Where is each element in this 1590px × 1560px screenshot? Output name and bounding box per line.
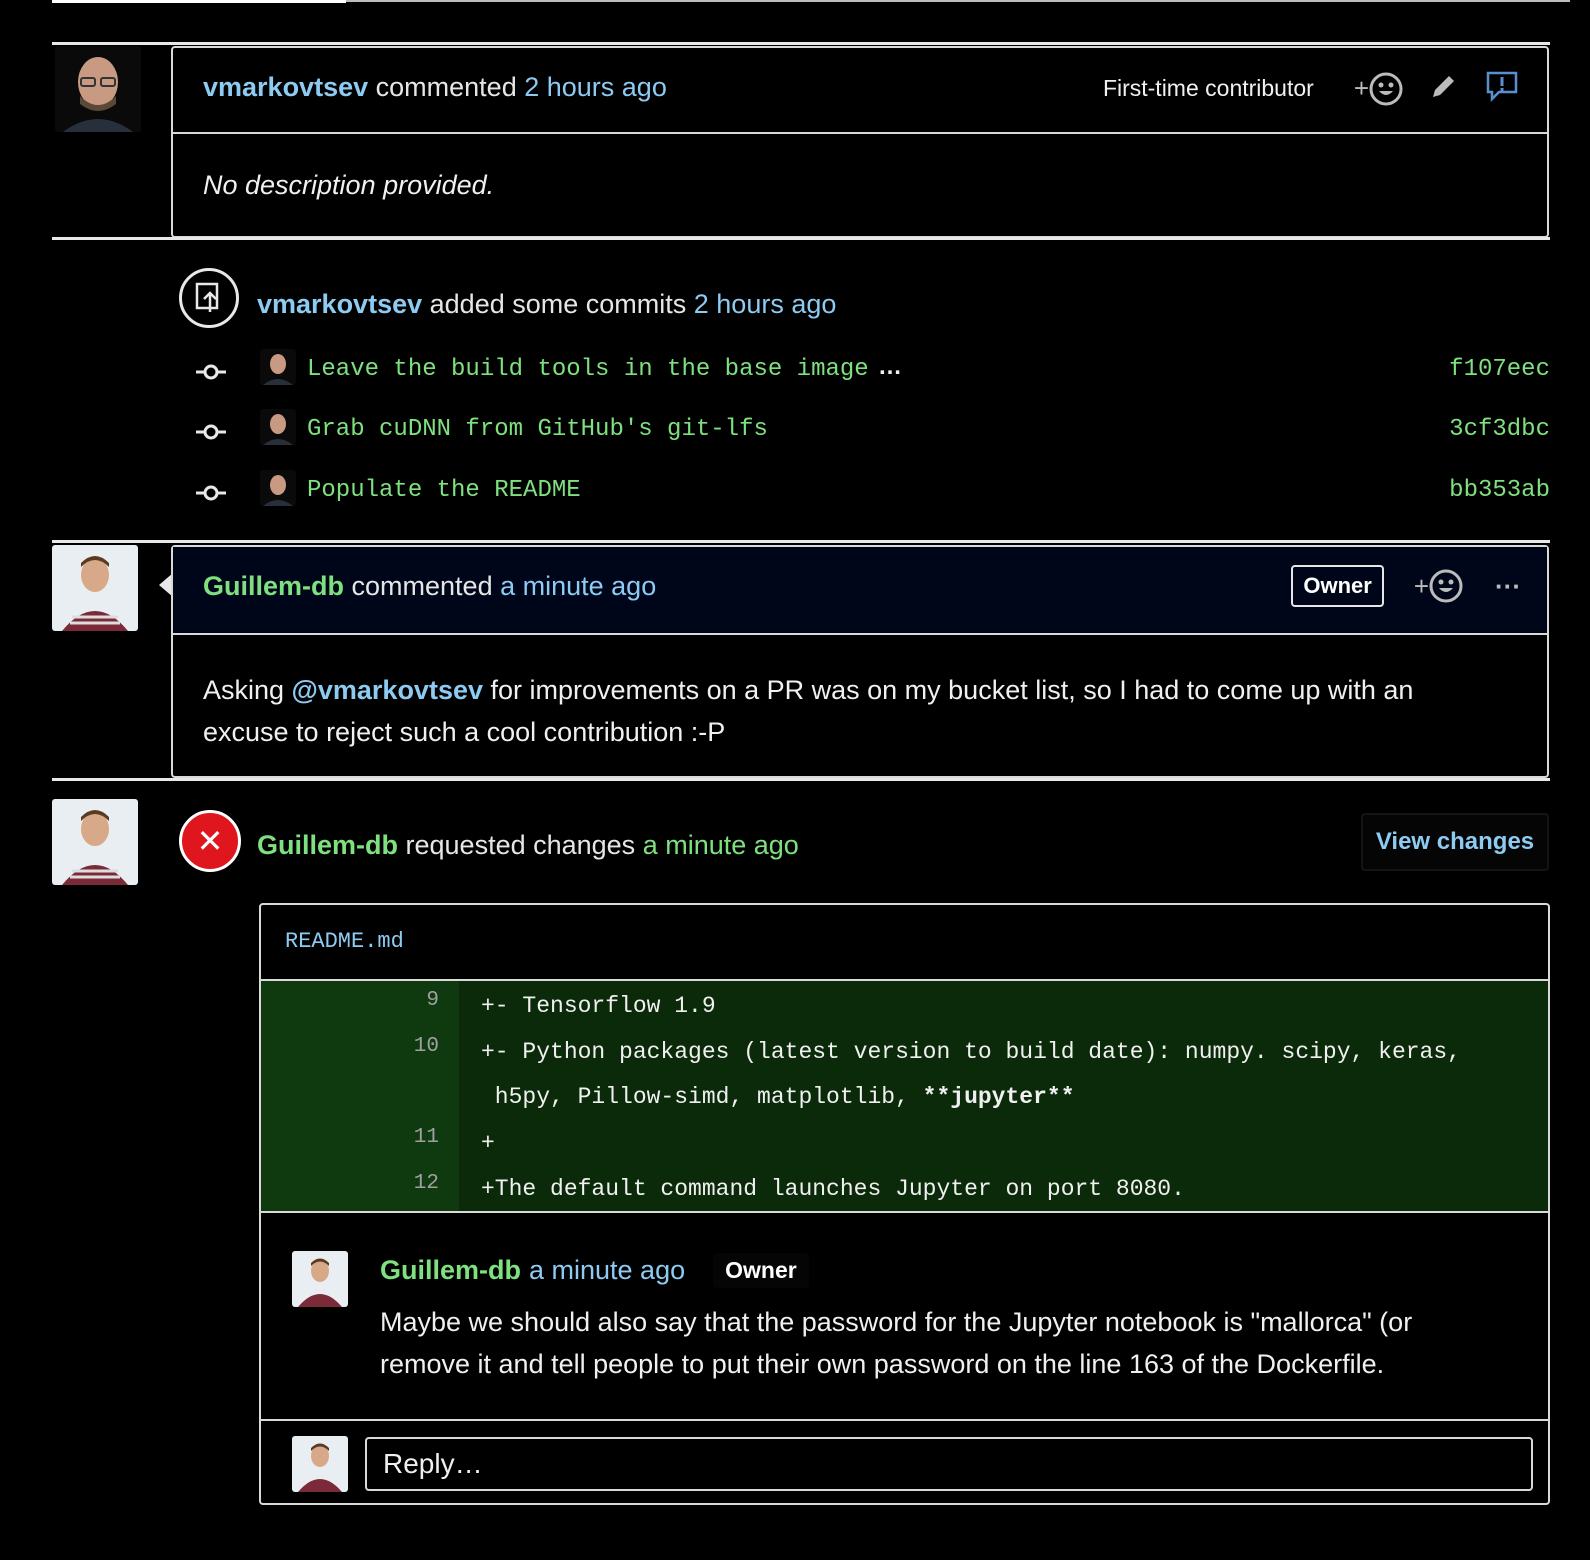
- timeline-separator: [52, 42, 1550, 45]
- reply-area: [261, 1421, 1548, 1507]
- reply-avatar: [292, 1436, 348, 1492]
- comment-text: excuse to reject such a cool contributio…: [203, 717, 726, 747]
- reply-input[interactable]: [365, 1437, 1533, 1491]
- review-comment-header: Guillem-db a minute ago Owner: [380, 1253, 809, 1288]
- avatar-guillem-db[interactable]: [52, 799, 138, 885]
- comment-author[interactable]: Guillem-db: [203, 571, 344, 601]
- review-event-text: Guillem-db requested changes a minute ag…: [257, 830, 799, 861]
- commit-avatar[interactable]: [260, 470, 296, 506]
- avatar-vmarkovtsev[interactable]: [55, 46, 141, 132]
- commits-author[interactable]: vmarkovtsev: [257, 289, 422, 319]
- review-comment-timestamp[interactable]: a minute ago: [529, 1255, 685, 1286]
- more-options-button[interactable]: ···: [1495, 571, 1521, 602]
- user-mention[interactable]: @vmarkovtsev: [292, 675, 483, 705]
- commit-row: Populate the README bb353ab: [190, 470, 1550, 514]
- report-content-icon[interactable]: [1485, 70, 1519, 107]
- comment-header-text: Guillem-db commented a minute ago: [203, 571, 656, 602]
- commit-expand-button[interactable]: …: [878, 353, 902, 381]
- commit-sha[interactable]: f107eec: [1449, 356, 1550, 383]
- review-author[interactable]: Guillem-db: [257, 830, 398, 860]
- commit-avatar[interactable]: [260, 409, 296, 445]
- comment-author[interactable]: vmarkovtsev: [203, 72, 368, 102]
- changes-requested-icon: ✕: [179, 810, 241, 872]
- commit-message[interactable]: Leave the build tools in the base image: [307, 356, 869, 383]
- push-icon: [179, 268, 239, 328]
- commit-row: Leave the build tools in the base image …: [190, 349, 1550, 393]
- view-changes-button[interactable]: View changes: [1361, 813, 1549, 871]
- tab-bar-border: [346, 0, 1570, 2]
- git-commit-icon: [196, 485, 226, 501]
- file-name-link[interactable]: README.md: [285, 929, 404, 954]
- timeline-separator: [52, 778, 1550, 781]
- commits-timestamp[interactable]: 2 hours ago: [694, 289, 837, 319]
- commits-event-text: vmarkovtsev added some commits 2 hours a…: [257, 289, 836, 320]
- comment-text: Asking: [203, 675, 292, 705]
- commit-sha[interactable]: 3cf3dbc: [1449, 416, 1550, 443]
- review-thread: README.md 9 +- Tensorflow 1.9 10 +- Pyth…: [259, 903, 1550, 1505]
- line-number[interactable]: 12: [379, 1172, 439, 1195]
- comment-action: commented: [351, 571, 493, 601]
- comment-action: commented: [375, 72, 517, 102]
- owner-badge: Owner: [1291, 565, 1384, 607]
- comment-header: vmarkovtsev commented 2 hours ago First-…: [173, 48, 1547, 134]
- line-number[interactable]: 10: [379, 1035, 439, 1058]
- active-tab-indicator: [52, 0, 346, 3]
- review-comment-text: Maybe we should also say that the passwo…: [380, 1307, 1413, 1337]
- git-commit-icon: [196, 424, 226, 440]
- comment-body: Asking @vmarkovtsev for improvements on …: [173, 635, 1547, 753]
- commits-action: added some commits: [429, 289, 687, 319]
- commit-message[interactable]: Grab cuDNN from GitHub's git-lfs: [307, 416, 768, 443]
- file-header: README.md: [261, 905, 1548, 981]
- review-comment-body: Maybe we should also say that the passwo…: [380, 1301, 1412, 1385]
- diff-line-text: h5py, Pillow-simd, matplotlib,: [481, 1084, 923, 1110]
- git-commit-icon: [196, 364, 226, 380]
- edit-pencil-icon[interactable]: [1429, 71, 1459, 106]
- comment-timestamp[interactable]: a minute ago: [500, 571, 656, 601]
- diff-line: +- Python packages (latest version to bu…: [481, 1039, 1461, 1065]
- add-reaction-icon[interactable]: +: [1414, 569, 1463, 603]
- review-comment-avatar[interactable]: [292, 1251, 348, 1307]
- commit-row: Grab cuDNN from GitHub's git-lfs 3cf3dbc: [190, 409, 1550, 453]
- comment-card: Guillem-db commented a minute ago Owner …: [171, 545, 1549, 778]
- review-comment-author[interactable]: Guillem-db: [380, 1255, 521, 1286]
- review-comment: Guillem-db a minute ago Owner Maybe we s…: [261, 1213, 1548, 1421]
- commit-message[interactable]: Populate the README: [307, 477, 581, 504]
- comment-text: for improvements on a PR was on my bucke…: [483, 675, 1414, 705]
- comment-body: No description provided.: [203, 170, 495, 200]
- review-timestamp[interactable]: a minute ago: [643, 830, 799, 860]
- line-number[interactable]: 11: [379, 1126, 439, 1149]
- diff-line: +The default command launches Jupyter on…: [481, 1176, 1185, 1202]
- diff-line: +: [481, 1130, 495, 1156]
- comment-timestamp[interactable]: 2 hours ago: [524, 72, 667, 102]
- avatar-guillem-db[interactable]: [52, 545, 138, 631]
- comment-header: Guillem-db commented a minute ago Owner …: [173, 547, 1547, 635]
- review-comment-text: remove it and tell people to put their o…: [380, 1349, 1385, 1379]
- add-reaction-icon[interactable]: +: [1354, 72, 1403, 106]
- diff-line: h5py, Pillow-simd, matplotlib, **jupyter…: [481, 1084, 1075, 1110]
- comment-actions: First-time contributor +: [1103, 70, 1519, 107]
- diff-line: +- Tensorflow 1.9: [481, 993, 716, 1019]
- comment-actions: Owner + ···: [1291, 565, 1521, 607]
- comment-card: vmarkovtsev commented 2 hours ago First-…: [171, 46, 1549, 238]
- commit-avatar[interactable]: [260, 349, 296, 385]
- timeline-separator: [52, 237, 1550, 240]
- review-action: requested changes: [405, 830, 636, 860]
- commit-sha[interactable]: bb353ab: [1449, 477, 1550, 504]
- comment-header-text: vmarkovtsev commented 2 hours ago: [203, 72, 667, 103]
- timeline-separator: [52, 540, 1550, 543]
- diff-line-bold: **jupyter**: [922, 1084, 1075, 1110]
- line-number[interactable]: 9: [379, 989, 439, 1012]
- diff-hunk: 9 +- Tensorflow 1.9 10 +- Python package…: [261, 981, 1548, 1213]
- owner-badge: Owner: [713, 1253, 809, 1288]
- first-time-contributor-badge: First-time contributor: [1102, 75, 1314, 101]
